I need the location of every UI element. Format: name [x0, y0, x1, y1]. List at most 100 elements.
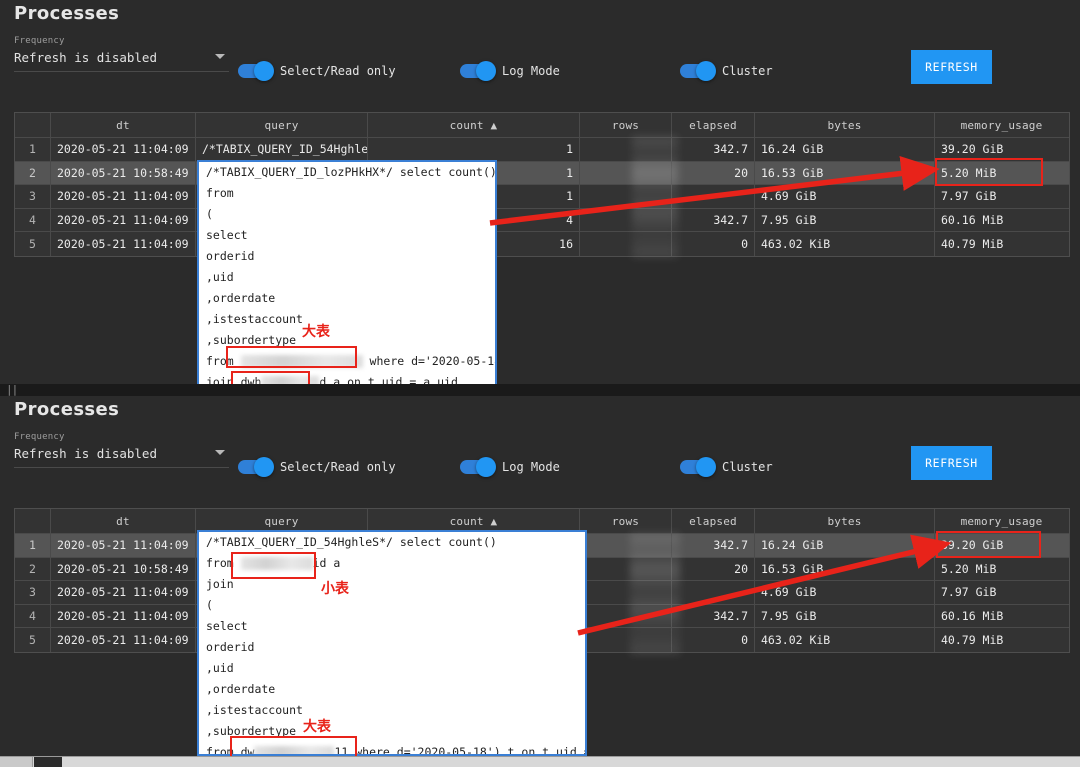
- toggle-switch-icon[interactable]: [680, 457, 716, 477]
- cell-memory-usage: 40.79 MiB: [941, 236, 1004, 251]
- toggle-switch-icon[interactable]: [460, 457, 496, 477]
- cell-count: 1: [368, 138, 580, 161]
- cell-dt: 2020-05-21 10:58:49: [51, 161, 196, 184]
- cell-elapsed: 0: [672, 628, 755, 652]
- column-header-query[interactable]: query: [196, 113, 368, 137]
- cell-rows: [580, 534, 672, 557]
- cell-index: 4: [15, 208, 51, 231]
- toggle-switch-icon[interactable]: [238, 457, 274, 477]
- cell-index: 1: [15, 138, 51, 161]
- cell-rows: [580, 581, 672, 604]
- cell-dt: 2020-05-21 11:04:09: [51, 534, 196, 557]
- column-header-dt[interactable]: dt: [51, 509, 196, 533]
- column-header-rows[interactable]: rows: [580, 113, 672, 137]
- frequency-label: Frequency: [14, 36, 65, 46]
- toggle-switch-icon[interactable]: [460, 61, 496, 81]
- resize-handle-icon[interactable]: ||: [6, 383, 18, 396]
- column-header-index[interactable]: [15, 509, 51, 533]
- cell-memory-usage: 39.20 GiB: [941, 538, 1004, 553]
- column-header-dt[interactable]: dt: [51, 113, 196, 137]
- strip-segment-left: [0, 757, 33, 767]
- query-line: (: [206, 598, 213, 612]
- column-header-bytes[interactable]: bytes: [755, 509, 935, 533]
- page-title: Processes: [14, 3, 120, 24]
- query-line: ,orderdate: [206, 291, 276, 305]
- refresh-button[interactable]: REFRESH: [911, 446, 992, 480]
- frequency-value: Refresh is disabled: [14, 50, 157, 65]
- toggle-label: Cluster: [722, 460, 773, 474]
- toggle-switch-icon[interactable]: [680, 61, 716, 81]
- cell-elapsed: 342.7: [672, 208, 755, 231]
- query-line: orderid: [206, 249, 255, 263]
- column-header-bytes[interactable]: bytes: [755, 113, 935, 137]
- table-row[interactable]: 3 2020-05-21 11:04:09 1 4.69 GiB 7.97 Gi…: [15, 185, 1069, 209]
- toggle-cluster[interactable]: Cluster: [680, 457, 773, 477]
- frequency-select[interactable]: Refresh is disabled: [14, 446, 229, 468]
- cell-dt: 2020-05-21 11:04:09: [51, 138, 196, 161]
- cell-rows: [580, 161, 672, 184]
- cell-index: 4: [15, 604, 51, 627]
- table-row[interactable]: 2 2020-05-21 10:58:49 1 20 16.53 GiB 5.2…: [15, 161, 1069, 185]
- toggle-select-read-only[interactable]: Select/Read only: [238, 457, 396, 477]
- table-row[interactable]: 4 2020-05-21 11:04:09 4 342.7 7.95 GiB 6…: [15, 208, 1069, 232]
- frequency-label: Frequency: [14, 432, 65, 442]
- query-line: ,uid: [206, 270, 234, 284]
- toggle-cluster[interactable]: Cluster: [680, 61, 773, 81]
- cell-dt: 2020-05-21 11:04:09: [51, 232, 196, 256]
- toggle-select-read-only[interactable]: Select/Read only: [238, 61, 396, 81]
- column-header-memory-usage[interactable]: memory_usage: [935, 113, 1068, 137]
- cell-index: 2: [15, 557, 51, 580]
- cell-index: 3: [15, 581, 51, 604]
- query-line: /*TABIX_QUERY_ID_54HghleS*/ select count…: [206, 535, 497, 549]
- toggle-label: Select/Read only: [280, 460, 396, 474]
- cell-memory-usage: 5.20 MiB: [941, 165, 997, 180]
- query-line: ,istestaccount: [206, 703, 303, 717]
- cell-bytes: 7.95 GiB: [755, 604, 935, 627]
- cell-elapsed: 342.7: [672, 138, 755, 161]
- query-line-from-small-table: from id a: [206, 556, 341, 570]
- table-row[interactable]: 5 2020-05-21 11:04:09 16 0 463.02 KiB 40…: [15, 232, 1069, 256]
- toggle-log-mode[interactable]: Log Mode: [460, 457, 560, 477]
- toggle-label: Log Mode: [502, 64, 560, 78]
- column-header-memory-usage[interactable]: memory_usage: [935, 509, 1068, 533]
- cell-rows: [580, 628, 672, 652]
- cell-elapsed: [672, 581, 755, 604]
- query-line: (: [206, 207, 213, 221]
- toggle-log-mode[interactable]: Log Mode: [460, 61, 560, 81]
- query-line-from-big-table: from where d='2020-05-18') t: [206, 354, 495, 368]
- query-line: ,istestaccount: [206, 312, 303, 326]
- cell-elapsed: 342.7: [672, 604, 755, 627]
- cell-bytes: 16.53 GiB: [755, 161, 935, 184]
- cell-rows: [580, 604, 672, 627]
- refresh-button[interactable]: REFRESH: [911, 50, 992, 84]
- processes-panel-top: Processes Frequency Refresh is disabled …: [0, 0, 1080, 384]
- table-row[interactable]: 1 2020-05-21 11:04:09 /*TABIX_QUERY_ID_5…: [15, 138, 1069, 162]
- cell-index: 5: [15, 232, 51, 256]
- frequency-value: Refresh is disabled: [14, 446, 157, 461]
- cell-elapsed: 342.7: [672, 534, 755, 557]
- column-header-rows[interactable]: rows: [580, 509, 672, 533]
- cell-index: 1: [15, 534, 51, 557]
- column-header-count[interactable]: count ▲: [368, 113, 580, 137]
- toggle-switch-icon[interactable]: [238, 61, 274, 81]
- column-header-elapsed[interactable]: elapsed: [672, 509, 755, 533]
- cell-dt: 2020-05-21 10:58:49: [51, 557, 196, 580]
- column-header-elapsed[interactable]: elapsed: [672, 113, 755, 137]
- cell-memory-usage: 7.97 GiB: [941, 585, 997, 600]
- panel-divider: [0, 384, 1080, 396]
- cell-rows: [580, 208, 672, 231]
- toggle-label: Select/Read only: [280, 64, 396, 78]
- cell-bytes: 463.02 KiB: [755, 232, 935, 256]
- cell-memory-usage: 7.97 GiB: [941, 189, 997, 204]
- column-header-index[interactable]: [15, 113, 51, 137]
- cell-rows: [580, 232, 672, 256]
- cell-index: 3: [15, 185, 51, 208]
- strip-segment-dark: [34, 757, 62, 767]
- cell-bytes: 4.69 GiB: [755, 581, 935, 604]
- cell-elapsed: 0: [672, 232, 755, 256]
- processes-table-top: dt query count ▲ rows elapsed bytes memo…: [14, 112, 1070, 257]
- cell-rows: [580, 557, 672, 580]
- cell-bytes: 7.95 GiB: [755, 208, 935, 231]
- frequency-select[interactable]: Refresh is disabled: [14, 50, 229, 72]
- chevron-down-icon: [215, 54, 225, 59]
